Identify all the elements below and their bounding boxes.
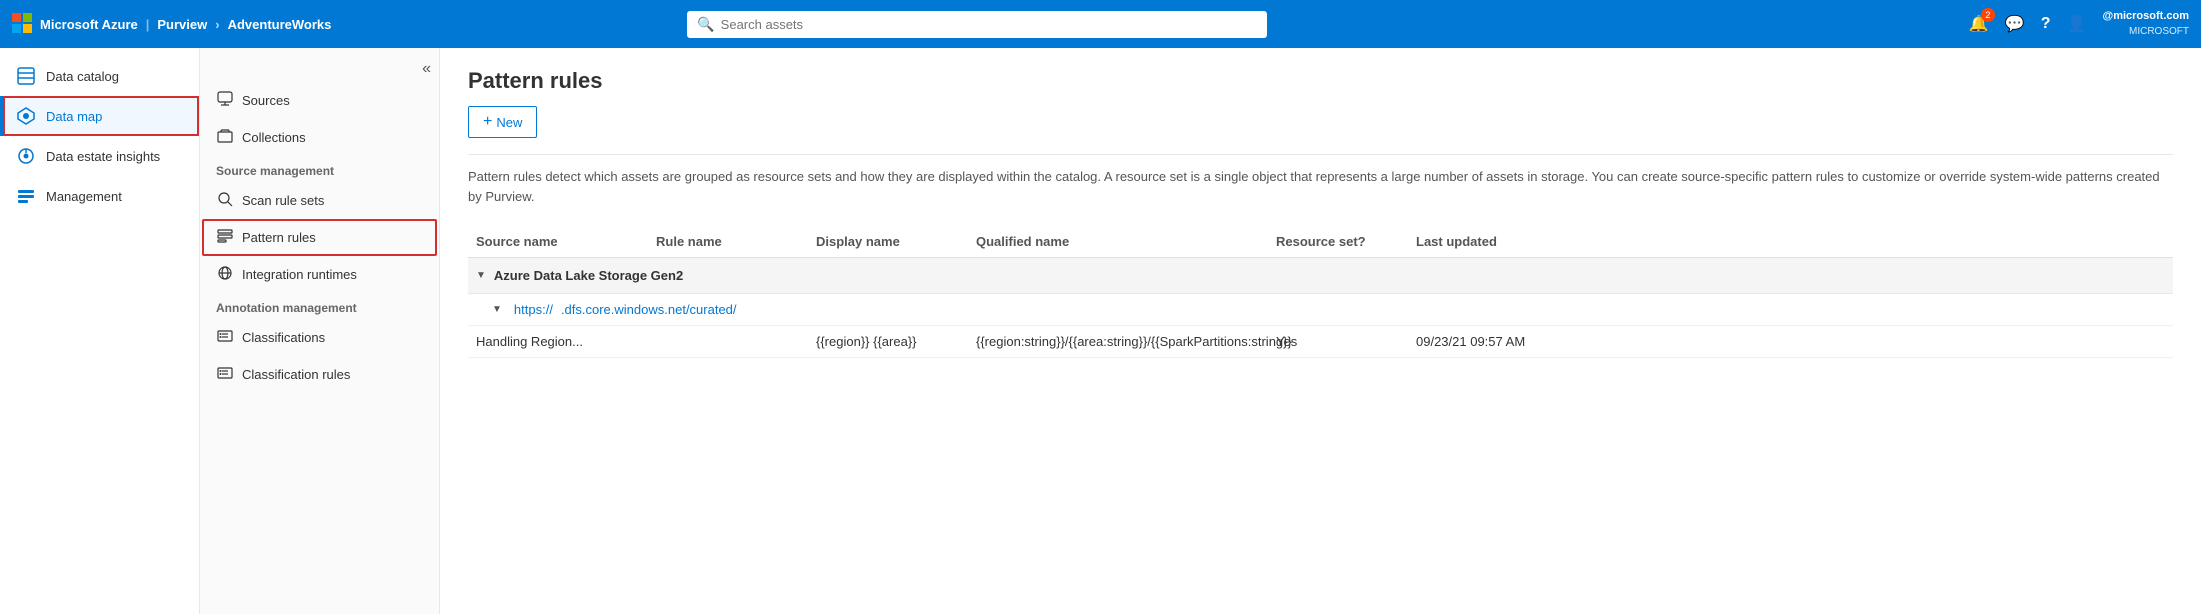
description-text: Pattern rules detect which assets are gr… — [468, 154, 2173, 206]
sidebar-item-management[interactable]: Management — [0, 176, 199, 216]
group-chevron-icon[interactable]: ▼ — [476, 270, 486, 281]
table-sub-group-row: ▼ https:// .dfs.core.windows.net/curated… — [468, 294, 2173, 326]
page-title: Pattern rules — [468, 68, 2173, 94]
nav-item-pattern-rules[interactable]: Pattern rules — [200, 219, 439, 256]
search-input[interactable] — [721, 17, 1258, 32]
source-management-header: Source management — [200, 156, 439, 182]
notifications-icon[interactable]: 🔔 2 — [1969, 14, 1989, 34]
col-last-updated: Last updated — [1408, 234, 1568, 249]
sub-group-qualified-link[interactable]: .dfs.core.windows.net/curated/ — [561, 302, 737, 317]
sidebar-label-data-catalog: Data catalog — [46, 69, 119, 84]
col-resource-set: Resource set? — [1268, 234, 1408, 249]
search-icon: 🔍 — [697, 16, 714, 33]
nav-label-collections: Collections — [242, 130, 306, 145]
table-header: Source name Rule name Display name Quali… — [468, 226, 2173, 258]
data-estate-icon — [16, 146, 36, 166]
topbar-icons: 🔔 2 💬 ? 👤 @microsoft.com MICROSOFT — [1969, 9, 2189, 38]
cell-qualified-name: {{region:string}}/{{area:string}}/{{Spar… — [968, 334, 1268, 349]
middle-nav: « Sources Collections Source manageme — [200, 48, 440, 614]
cell-resource-set: Yes — [1268, 334, 1408, 349]
nav-item-collections[interactable]: Collections — [200, 119, 439, 156]
cell-last-updated: 09/23/21 09:57 AM — [1408, 334, 1568, 349]
col-rule-name: Rule name — [648, 234, 808, 249]
group-name: Azure Data Lake Storage Gen2 — [494, 268, 683, 283]
brand-text: Microsoft Azure — [40, 17, 138, 32]
col-source-name: Source name — [468, 234, 648, 249]
table-group-row: ▼ Azure Data Lake Storage Gen2 — [468, 258, 2173, 294]
user-email: @microsoft.com — [2102, 9, 2189, 24]
sidebar-item-data-estate[interactable]: Data estate insights — [0, 136, 199, 176]
classification-rules-icon — [216, 365, 234, 384]
user-org: MICROSOFT — [2102, 25, 2189, 39]
nav-label-classifications: Classifications — [242, 330, 325, 345]
search-box[interactable]: 🔍 — [687, 11, 1267, 38]
sub-group-chevron-icon[interactable]: ▼ — [492, 304, 502, 315]
content-area: Pattern rules + New Pattern rules detect… — [440, 48, 2201, 614]
table-row: Handling Region... {{region}} {{area}} {… — [468, 326, 2173, 358]
sidebar-item-data-catalog[interactable]: Data catalog — [0, 56, 199, 96]
directory-icon[interactable]: 👤 — [2067, 14, 2087, 34]
new-button[interactable]: + New — [468, 106, 537, 138]
breadcrumb-chevron: › — [215, 17, 219, 32]
cell-display-name: {{region}} {{area}} — [808, 334, 968, 349]
new-button-label: New — [496, 115, 522, 130]
collapse-btn[interactable]: « — [200, 56, 439, 82]
nav-label-classification-rules: Classification rules — [242, 367, 350, 382]
pattern-rules-icon — [216, 228, 234, 247]
data-catalog-icon — [16, 66, 36, 86]
col-display-name: Display name — [808, 234, 968, 249]
classifications-icon — [216, 328, 234, 347]
nav-label-pattern-rules: Pattern rules — [242, 230, 316, 245]
sidebar-label-management: Management — [46, 189, 122, 204]
brand-section: Microsoft Azure | Purview › AdventureWor… — [12, 13, 331, 36]
help-icon[interactable]: ? — [2041, 15, 2051, 33]
sidebar-label-data-estate: Data estate insights — [46, 149, 160, 164]
nav-label-integration-runtimes: Integration runtimes — [242, 267, 357, 282]
nav-label-scan-rule-sets: Scan rule sets — [242, 193, 324, 208]
integration-runtimes-icon — [216, 265, 234, 284]
annotation-header: Annotation management — [200, 293, 439, 319]
cell-source-name: Handling Region... — [468, 334, 648, 349]
scan-rule-sets-icon — [216, 191, 234, 210]
sidebar-label-data-map: Data map — [46, 109, 102, 124]
user-info: @microsoft.com MICROSOFT — [2102, 9, 2189, 38]
workspace-name: AdventureWorks — [228, 17, 332, 32]
main-layout: Data catalog Data map Data estate i — [0, 48, 2201, 614]
nav-item-scan-rule-sets[interactable]: Scan rule sets — [200, 182, 439, 219]
brand-divider: | — [146, 17, 150, 32]
sub-group-link[interactable]: https:// — [514, 302, 553, 317]
new-icon: + — [483, 113, 492, 131]
left-nav: Data catalog Data map Data estate i — [0, 48, 200, 614]
cell-rule-name — [648, 334, 808, 349]
notification-badge: 2 — [1981, 8, 1995, 22]
nav-item-sources[interactable]: Sources — [200, 82, 439, 119]
sources-icon — [216, 91, 234, 110]
topbar: Microsoft Azure | Purview › AdventureWor… — [0, 0, 2201, 48]
nav-item-classification-rules[interactable]: Classification rules — [200, 356, 439, 393]
feedback-icon[interactable]: 💬 — [2005, 14, 2025, 34]
brand-logo — [12, 13, 32, 36]
sidebar-item-data-map[interactable]: Data map — [0, 96, 199, 136]
management-icon — [16, 186, 36, 206]
data-map-icon — [16, 106, 36, 126]
collections-icon — [216, 128, 234, 147]
product-name: Purview — [157, 17, 207, 32]
nav-item-classifications[interactable]: Classifications — [200, 319, 439, 356]
nav-item-integration-runtimes[interactable]: Integration runtimes — [200, 256, 439, 293]
nav-label-sources: Sources — [242, 93, 290, 108]
col-qualified-name: Qualified name — [968, 234, 1268, 249]
